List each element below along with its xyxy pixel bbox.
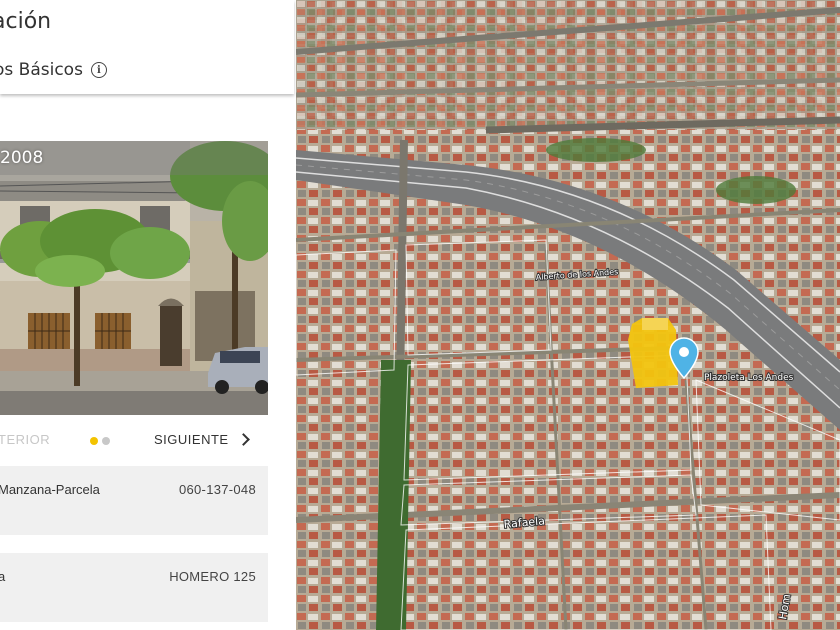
detail-label: a bbox=[0, 569, 6, 584]
section-title: os Básicos bbox=[0, 60, 83, 80]
aerial-map[interactable]: Plazoleta Los Andes Rafaela Hom Alberto … bbox=[296, 0, 840, 630]
carousel-dot-active[interactable] bbox=[90, 437, 98, 445]
detail-row: Manzana-Parcela 060-137-048 bbox=[0, 466, 268, 535]
previous-button[interactable]: TERIOR bbox=[0, 432, 50, 447]
info-icon[interactable]: i bbox=[90, 62, 107, 78]
map-canvas[interactable]: Plazoleta Los Andes Rafaela Hom Alberto … bbox=[296, 0, 840, 630]
info-panel: ación os Básicos i bbox=[0, 0, 296, 630]
detail-label: Manzana-Parcela bbox=[0, 482, 100, 497]
carousel-dots bbox=[90, 437, 110, 445]
next-button[interactable]: SIGUIENTE bbox=[154, 432, 250, 447]
panel-title: ación bbox=[0, 9, 52, 34]
section-tab-basic-data[interactable]: os Básicos i bbox=[0, 60, 107, 80]
panel-header: ación os Básicos i bbox=[0, 0, 294, 94]
chevron-right-icon bbox=[236, 433, 250, 446]
facade-image bbox=[0, 141, 268, 415]
map-label-plaza: Plazoleta Los Andes bbox=[704, 373, 794, 383]
detail-row: a HOMERO 125 bbox=[0, 553, 268, 622]
detail-value: 060-137-048 bbox=[178, 482, 256, 497]
next-label: SIGUIENTE bbox=[154, 432, 229, 447]
carousel-dot[interactable] bbox=[102, 437, 110, 445]
street-photo: 2008 bbox=[0, 141, 268, 415]
carousel-nav: TERIOR SIGUIENTE bbox=[0, 430, 268, 452]
detail-value: HOMERO 125 bbox=[169, 569, 256, 584]
photo-date: 2008 bbox=[0, 148, 44, 168]
